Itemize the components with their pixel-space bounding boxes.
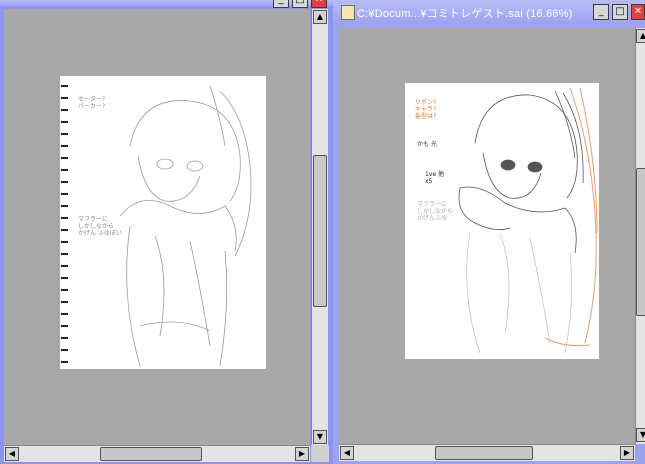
left-minimize-button[interactable]: _ — [273, 0, 289, 8]
left-scroll-left-button[interactable]: ◀ — [5, 447, 19, 461]
left-horizontal-scroll-thumb[interactable] — [100, 447, 202, 461]
right-close-button[interactable]: ✕ — [631, 4, 645, 20]
left-maximize-button[interactable]: □ — [292, 0, 308, 8]
left-close-button[interactable]: ✕ — [311, 0, 327, 8]
right-horizontal-scroll-thumb[interactable] — [435, 446, 533, 460]
left-horizontal-scrollbar[interactable]: ◀ ▶ — [4, 445, 310, 462]
left-scroll-corner — [311, 445, 329, 462]
right-note-black-2: 1ve 他 x5 — [425, 171, 444, 185]
right-minimize-button[interactable]: _ — [593, 4, 609, 20]
document-icon — [341, 5, 355, 20]
left-scroll-right-button[interactable]: ▶ — [295, 447, 309, 461]
right-vertical-scrollbar[interactable]: ▲ ▼ — [635, 28, 645, 444]
right-note-gray: マフラーに しかしながら かげんふゆ — [417, 201, 454, 222]
right-note-orange: リボン? キャラ? 髪型は? — [415, 99, 437, 120]
right-maximize-button[interactable]: □ — [612, 4, 628, 20]
right-scroll-left-button[interactable]: ◀ — [340, 446, 354, 460]
right-scroll-down-button[interactable]: ▼ — [636, 428, 645, 442]
left-vertical-scroll-thumb[interactable] — [313, 155, 327, 307]
right-canvas-area[interactable]: リボン? キャラ? 髪型は? かも 光 1ve 他 x5 マフラーに しかしなが… — [339, 28, 635, 444]
right-horizontal-scrollbar[interactable]: ◀ ▶ — [339, 444, 635, 461]
right-document-window: C:¥Docum...¥コミトレゲスト.sai (16.66%) _ □ ✕ リ… — [333, 0, 645, 464]
left-scroll-up-button[interactable]: ▲ — [313, 10, 327, 24]
left-sketch-paper: セーター? パーカー? マフラーに しかしながら かげん ふゆぼい — [60, 76, 266, 369]
left-scroll-down-button[interactable]: ▼ — [313, 430, 327, 444]
right-sketch-paper: リボン? キャラ? 髪型は? かも 光 1ve 他 x5 マフラーに しかしなが… — [405, 83, 599, 359]
left-document-window: _ □ ✕ — [0, 0, 333, 464]
left-vertical-scrollbar[interactable]: ▲ ▼ — [311, 9, 328, 445]
left-note-top: セーター? パーカー? — [78, 96, 106, 110]
right-vertical-scroll-thumb[interactable] — [636, 168, 645, 316]
right-scroll-right-button[interactable]: ▶ — [620, 446, 634, 460]
right-note-black-1: かも 光 — [417, 141, 437, 148]
right-window-title: C:¥Docum...¥コミトレゲスト.sai (16.66%) — [357, 8, 573, 20]
left-note-middle: マフラーに しかしながら かげん ふゆぼい — [78, 216, 122, 237]
left-canvas-area[interactable]: セーター? パーカー? マフラーに しかしながら かげん ふゆぼい — [4, 9, 310, 445]
right-scroll-up-button[interactable]: ▲ — [636, 29, 645, 43]
